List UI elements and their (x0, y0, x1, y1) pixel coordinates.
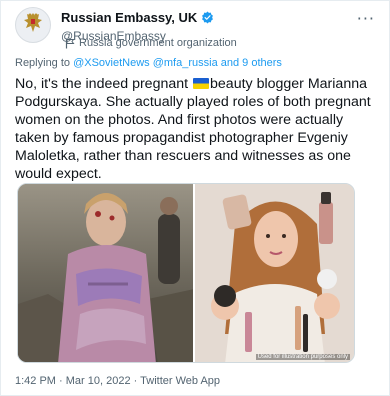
replying-others-link[interactable]: and 9 others (218, 57, 282, 69)
tweet-card: Russian Embassy, UK @RussianEmbassy Russ… (0, 0, 390, 396)
flag-icon (65, 38, 75, 49)
media-photo-left[interactable] (18, 184, 193, 362)
replying-accounts-link[interactable]: @XSovietNews @mfa_russia (73, 57, 218, 69)
photo-left-illustration (18, 184, 193, 362)
tweet-header: Russian Embassy, UK @RussianEmbassy Russ… (15, 7, 375, 49)
tweet-text-part-1: No, it's the indeed pregnant (15, 76, 193, 92)
media-caption: Used for illustration purposes only (255, 354, 350, 360)
avatar[interactable] (15, 7, 51, 43)
more-options-icon[interactable]: ··· (357, 9, 375, 28)
media-photo-right[interactable]: Used for illustration purposes only (194, 184, 354, 362)
government-label-text: Russia government organization (79, 37, 237, 49)
replying-to: Replying to @XSovietNews @mfa_russia and… (15, 57, 377, 69)
replying-prefix: Replying to (15, 57, 74, 69)
photo-right-illustration (194, 184, 354, 362)
ukraine-flag-emoji-icon (193, 78, 210, 89)
tweet-timestamp[interactable]: 1:42 PM · Mar 10, 2022 · Twitter Web App (15, 375, 220, 387)
russian-coat-of-arms-icon (20, 10, 46, 41)
tweet-media[interactable]: Used for illustration purposes only (17, 183, 355, 363)
tweet-text: No, it's the indeed pregnant beauty blog… (15, 75, 379, 183)
verified-badge-icon (201, 11, 214, 24)
government-label[interactable]: Russia government organization (65, 37, 237, 49)
author-display-name[interactable]: Russian Embassy, UK (61, 10, 197, 25)
